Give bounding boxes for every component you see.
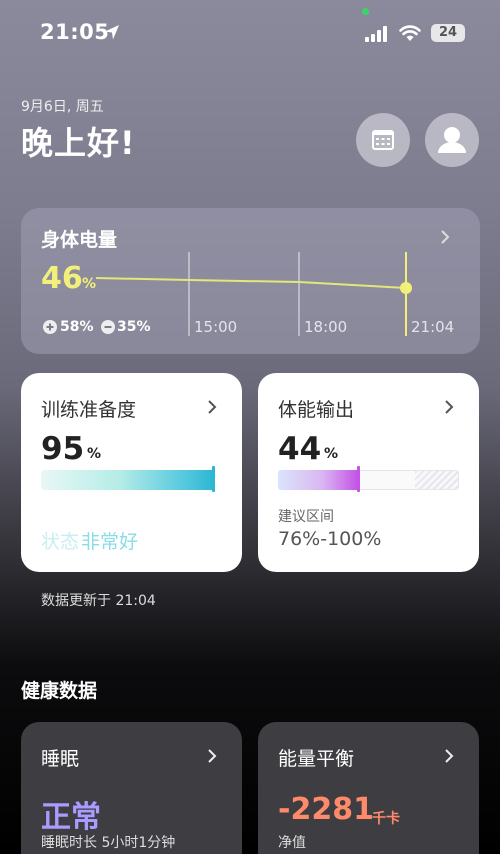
readiness-status-prefix: 状态 <box>41 531 80 553</box>
status-bar: 21:05 24 <box>0 0 500 66</box>
wifi-icon <box>399 25 421 41</box>
chart-time-label: 15:00 <box>194 318 238 336</box>
body-battery-card[interactable]: 身体电量 46 % 58% 35% 15:00 18:00 21:04 <box>21 208 480 354</box>
sleep-card[interactable]: 睡眠 正常 睡眠时长 5小时1分钟 <box>21 722 242 854</box>
chart-time-label: 21:04 <box>411 318 455 336</box>
sleep-detail: 睡眠时长 5小时1分钟 <box>41 835 176 851</box>
calendar-button[interactable] <box>356 113 410 167</box>
user-avatar-icon <box>438 127 466 153</box>
output-recommended-zone <box>415 471 458 489</box>
calendar-icon <box>372 130 394 150</box>
physical-output-card[interactable]: 体能输出 44 % 建议区间 76%-100% <box>258 373 479 572</box>
header-date: 9月6日, 周五 <box>21 99 104 115</box>
sleep-title: 睡眠 <box>41 748 80 770</box>
readiness-bar <box>41 470 215 490</box>
energy-balance-card[interactable]: 能量平衡 -2281 千卡 净值 <box>258 722 479 854</box>
profile-avatar-button[interactable] <box>425 113 479 167</box>
chevron-right-icon[interactable] <box>204 399 220 415</box>
energy-sub: 净值 <box>278 835 306 851</box>
cellular-signal-icon <box>365 26 387 42</box>
privacy-indicator-dot <box>362 8 369 15</box>
training-readiness-card[interactable]: 训练准备度 95 % 状态 非常好 <box>21 373 242 572</box>
minus-circle-icon <box>101 320 115 334</box>
energy-unit: 千卡 <box>372 811 400 827</box>
output-bar-marker <box>357 466 360 492</box>
battery-trend-line <box>95 277 407 289</box>
output-range-value: 76%-100% <box>278 528 382 550</box>
readiness-status: 非常好 <box>81 531 139 553</box>
output-bar-fill <box>278 470 358 490</box>
energy-title: 能量平衡 <box>278 748 355 770</box>
sleep-value: 正常 <box>41 800 101 835</box>
greeting-title: 晚上好! <box>21 124 136 162</box>
chevron-right-icon[interactable] <box>441 748 457 764</box>
chart-time-label: 18:00 <box>304 318 348 336</box>
chevron-right-icon[interactable] <box>204 748 220 764</box>
battery-loss: 35% <box>117 319 151 335</box>
output-unit: % <box>324 446 339 462</box>
battery-gain: 58% <box>60 319 94 335</box>
status-time: 21:05 <box>40 20 110 44</box>
output-range-label: 建议区间 <box>278 509 334 525</box>
output-value: 44 <box>278 431 322 467</box>
energy-value: -2281 <box>278 792 374 827</box>
battery-current-point <box>400 282 412 294</box>
location-arrow-icon <box>105 25 119 40</box>
output-title: 体能输出 <box>278 399 355 421</box>
data-updated-text: 数据更新于 21:04 <box>41 593 156 609</box>
health-section-title: 健康数据 <box>21 680 98 702</box>
readiness-unit: % <box>87 446 102 462</box>
plus-circle-icon <box>43 320 57 334</box>
readiness-bar-marker <box>212 466 215 492</box>
chevron-right-icon[interactable] <box>441 399 457 415</box>
readiness-title: 训练准备度 <box>41 399 137 421</box>
battery-indicator: 24 <box>431 24 465 42</box>
readiness-value: 95 <box>41 431 85 467</box>
